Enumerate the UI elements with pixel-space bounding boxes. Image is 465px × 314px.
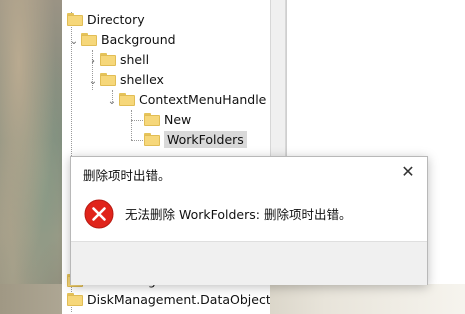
tree-item-label: shell <box>120 52 150 67</box>
folder-icon <box>100 53 116 66</box>
chevron-right-icon[interactable]: › <box>86 52 100 72</box>
folder-icon <box>67 293 83 306</box>
tree-item-directory[interactable]: Directory <box>67 10 145 30</box>
dialog-footer <box>71 241 427 285</box>
chevron-down-icon[interactable]: ⌄ <box>67 32 81 52</box>
tree-item-label: WorkFolders <box>164 131 247 148</box>
chevron-down-icon[interactable]: ⌄ <box>105 92 119 112</box>
dialog-title: 删除项时出错。 <box>83 168 171 183</box>
tree-item-label: Directory <box>87 12 145 27</box>
error-icon <box>84 199 114 229</box>
folder-icon <box>119 93 135 106</box>
tree-item-workfolders[interactable]: WorkFolders <box>144 130 247 150</box>
dialog-body: 无法删除 WorkFolders: 删除项时出错。 <box>71 191 427 241</box>
error-message: 无法删除 WorkFolders: 删除项时出错。 <box>125 207 352 222</box>
desktop-wallpaper <box>0 0 62 314</box>
folder-icon <box>81 33 97 46</box>
chevron-down-icon[interactable]: ⌄ <box>86 72 100 92</box>
folder-icon <box>100 73 116 86</box>
tree-item-shell[interactable]: › shell <box>86 50 149 70</box>
folder-icon <box>144 133 160 146</box>
tree-item-diskmanagement-dataobject[interactable]: DiskManagement.DataObject <box>67 290 270 310</box>
tree-item-label: Background <box>101 32 176 47</box>
tree-item-label: ContextMenuHandle <box>139 92 267 107</box>
tree-item-background[interactable]: ⌄ Background <box>67 30 176 50</box>
folder-icon <box>67 13 83 26</box>
tree-item-new[interactable]: New <box>144 110 191 130</box>
tree-item-label: DiskManagement.DataObject <box>87 292 270 307</box>
tree-item-shellex[interactable]: ⌄ shellex <box>86 70 164 90</box>
close-icon[interactable]: ✕ <box>397 161 419 183</box>
tree-item-contextmenuhandlers[interactable]: ⌄ ContextMenuHandle <box>105 90 267 112</box>
folder-icon <box>144 113 160 126</box>
tree-connector-line <box>131 110 132 140</box>
tree-item-label: shellex <box>120 72 164 87</box>
tree-item-label: New <box>164 112 192 127</box>
error-dialog: 删除项时出错。 ✕ 无法删除 WorkFolders: 删除项时出错。 <box>70 156 428 285</box>
tree-connector-line <box>131 120 143 121</box>
tree-connector-line <box>131 140 143 141</box>
